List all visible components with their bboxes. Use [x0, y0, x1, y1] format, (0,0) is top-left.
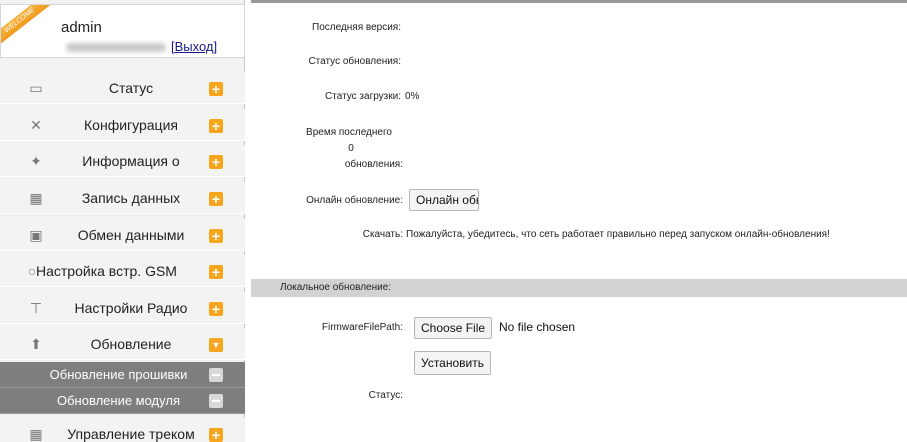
- last-update-value: 0: [348, 143, 354, 154]
- sidebar-item-label: Управление треком: [67, 426, 195, 442]
- expand-plus-icon[interactable]: +: [209, 155, 223, 169]
- main-content: Последняя версия: Статус обновления: Ста…: [251, 0, 907, 442]
- download-label: Скачать:: [362, 229, 403, 240]
- sidebar-item-track[interactable]: ▦ Управление треком +: [0, 418, 245, 442]
- minus-icon: [209, 368, 223, 382]
- status-label: Статус:: [368, 390, 403, 401]
- sidebar-item-label: Обмен данными: [77, 227, 185, 243]
- sidebar-item-config[interactable]: ✕ Конфигурация +: [0, 109, 245, 141]
- sidebar-subitem-firmware-update[interactable]: Обновление прошивки: [0, 362, 245, 388]
- user-panel: WELCOME admin [Выход]: [0, 4, 245, 58]
- sidebar-item-data-log[interactable]: ▦ Запись данных +: [0, 182, 245, 214]
- choose-file-button[interactable]: Choose File: [414, 317, 493, 339]
- sidebar-item-label: Настройка встр. GSM: [36, 263, 177, 279]
- calendar-icon: ▦: [29, 190, 43, 206]
- expand-plus-icon[interactable]: +: [209, 192, 223, 206]
- download-note: Пожалуйста, убедитесь, что сеть работает…: [406, 229, 830, 240]
- calendar-icon: ▦: [29, 426, 43, 442]
- satellite-icon: ✦: [30, 153, 42, 169]
- expand-plus-icon[interactable]: +: [209, 119, 223, 133]
- monitor-icon: ▭: [29, 80, 43, 96]
- sidebar: WELCOME admin [Выход] ▭ Статус + ✕ Конфи…: [0, 0, 245, 442]
- expand-plus-icon[interactable]: +: [209, 265, 223, 279]
- network-icon: ▣: [29, 227, 43, 243]
- last-update-label-line1: Время последнего: [306, 127, 392, 138]
- file-status-text: No file chosen: [499, 320, 576, 334]
- section-title: Локальное обновление:: [280, 282, 392, 293]
- antenna-icon: ⊤: [29, 300, 43, 316]
- download-status-label: Статус загрузки:: [325, 91, 401, 102]
- username: admin: [61, 19, 102, 36]
- sidebar-item-label: Информация о: [82, 153, 180, 169]
- sidebar-item-label: Обновление: [90, 336, 172, 352]
- sidebar-item-label: Статус: [108, 80, 154, 96]
- sidebar-item-info[interactable]: ✦ Информация о +: [0, 145, 245, 177]
- sidebar-item-label: Настройки Радио: [74, 300, 188, 316]
- online-update-label: Онлайн обновление:: [306, 195, 403, 206]
- sidebar-item-label: Конфигурация: [84, 117, 178, 133]
- minus-icon: [209, 394, 223, 408]
- welcome-badge: WELCOME: [1, 5, 55, 50]
- update-status-label: Статус обновления:: [308, 56, 401, 67]
- sidebar-subitem-module-update[interactable]: Обновление модуля: [0, 388, 245, 414]
- expand-plus-icon[interactable]: +: [209, 302, 223, 316]
- sidebar-item-gsm[interactable]: ○ Настройка встр. GSM +: [0, 255, 245, 287]
- latest-version-label: Последняя версия:: [312, 22, 401, 33]
- logout-link[interactable]: [Выход]: [171, 39, 217, 54]
- upload-icon: ⬆: [30, 336, 42, 352]
- local-update-section-header: Локальное обновление:: [251, 279, 907, 297]
- sidebar-subitem-label: Обновление прошивки: [49, 367, 188, 382]
- sidebar-item-status[interactable]: ▭ Статус +: [0, 72, 245, 104]
- expand-plus-icon[interactable]: +: [209, 82, 223, 96]
- firmware-path-label: FirmwareFilePath:: [321, 322, 403, 333]
- sidebar-item-data-exchange[interactable]: ▣ Обмен данными +: [0, 219, 245, 251]
- sidebar-item-label: Запись данных: [81, 190, 181, 206]
- sidebar-item-update[interactable]: ⬆ Обновление ▼: [0, 328, 245, 360]
- collapse-icon[interactable]: ▼: [209, 338, 223, 352]
- tools-icon: ✕: [30, 117, 42, 133]
- install-button[interactable]: Установить: [414, 351, 491, 375]
- expand-plus-icon[interactable]: +: [209, 229, 223, 243]
- expand-plus-icon[interactable]: +: [209, 428, 223, 442]
- last-update-label-line2: обновления:: [344, 159, 403, 170]
- blurred-user-info: [66, 43, 166, 52]
- online-update-button[interactable]: Онлайн обновление: [409, 189, 479, 211]
- sidebar-item-radio[interactable]: ⊤ Настройки Радио +: [0, 292, 245, 324]
- download-status-value: 0%: [405, 91, 420, 102]
- sidebar-subitem-label: Обновление модуля: [57, 393, 180, 408]
